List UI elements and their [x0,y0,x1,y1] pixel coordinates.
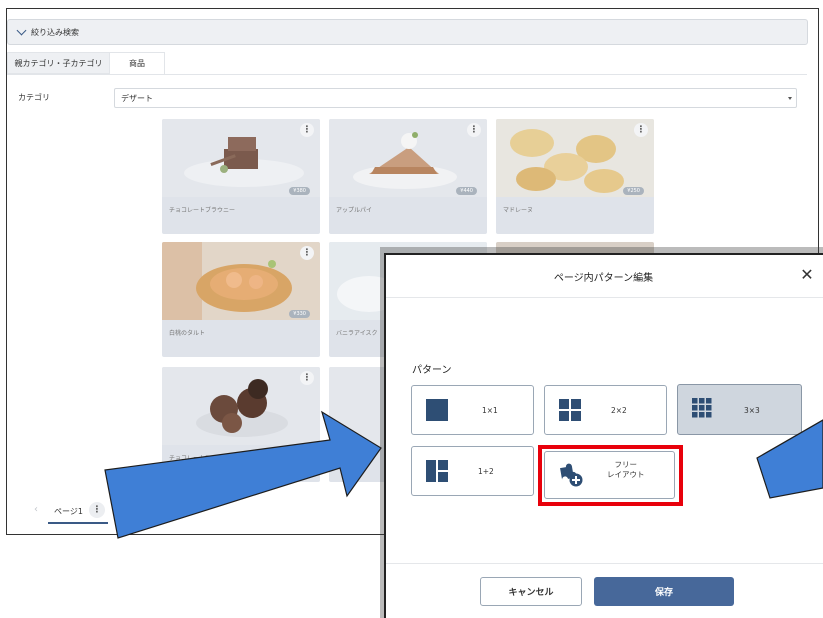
arrow-left-annotation [104,410,382,539]
annotation-arrows [104,410,823,539]
arrow-right-annotation [756,419,823,499]
